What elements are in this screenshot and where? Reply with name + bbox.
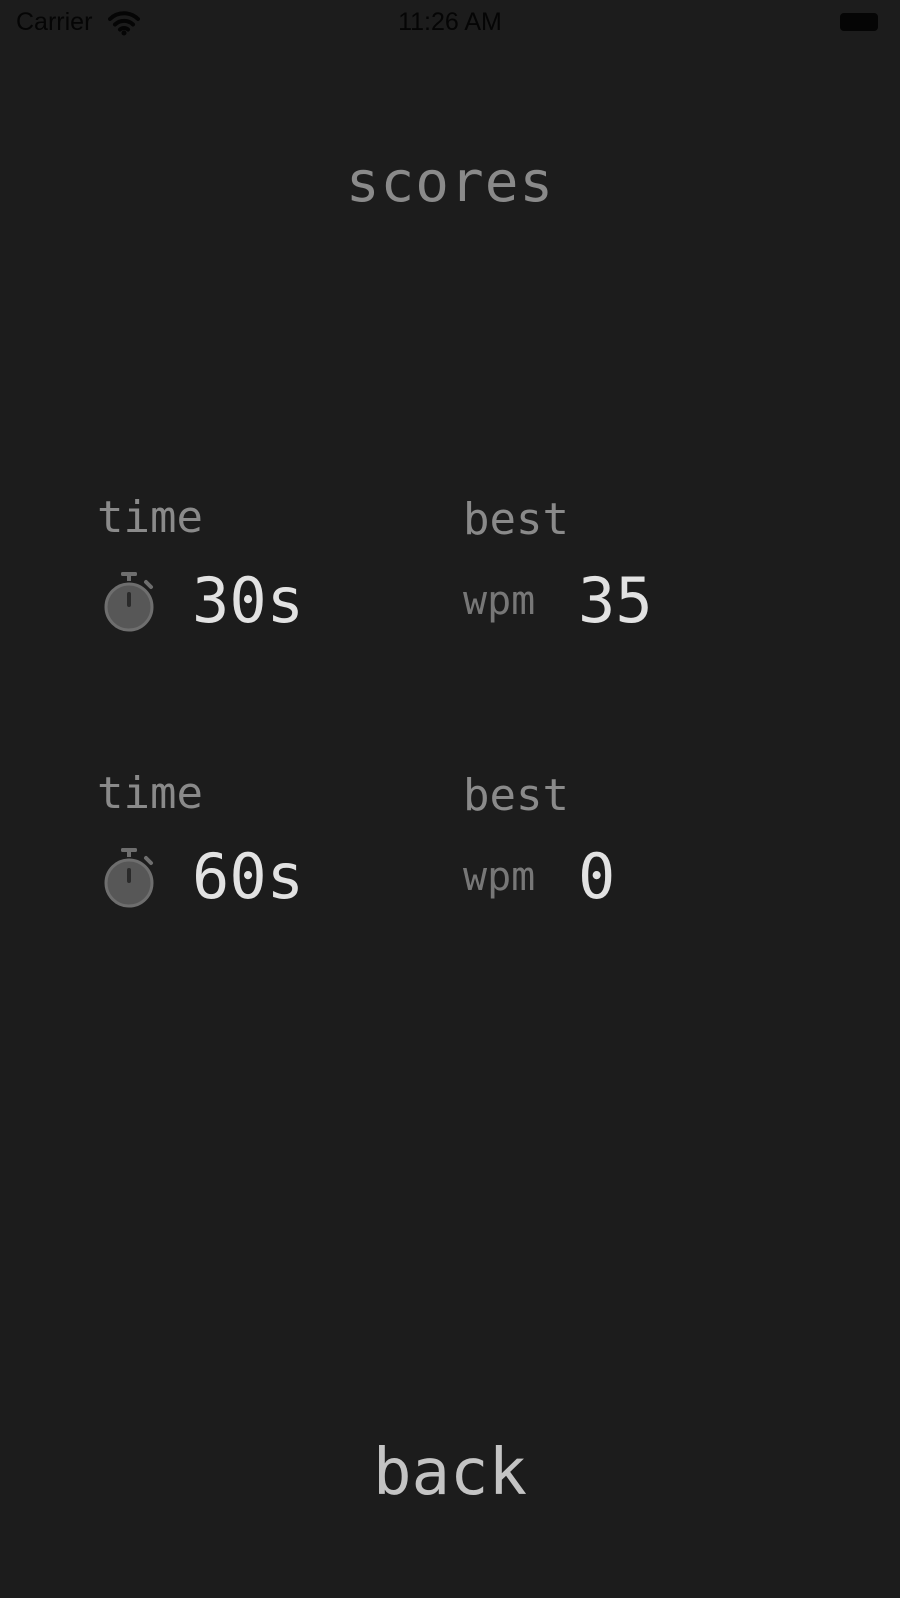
page-title: scores [345,150,555,215]
time-value: 30s [192,564,304,637]
time-label: time [97,768,203,819]
best-label: best [463,494,569,545]
wpm-label: wpm [463,854,536,900]
stopwatch-icon [104,848,154,908]
wpm-value: 35 [578,564,653,637]
time-label: time [97,492,203,543]
wpm-label: wpm [463,578,536,624]
best-label: best [463,770,569,821]
status-bar: Carrier 11:26 AM [0,0,900,48]
time-value: 60s [192,840,304,913]
status-time: 11:26 AM [398,8,502,36]
back-button[interactable]: back [0,1436,900,1510]
score-row-60s: time best 60s wpm 0 [0,768,900,928]
score-row-30s: time best 30s wpm 35 [0,492,900,652]
battery-icon [840,13,878,31]
stopwatch-icon [104,572,154,632]
wpm-value: 0 [578,840,616,913]
